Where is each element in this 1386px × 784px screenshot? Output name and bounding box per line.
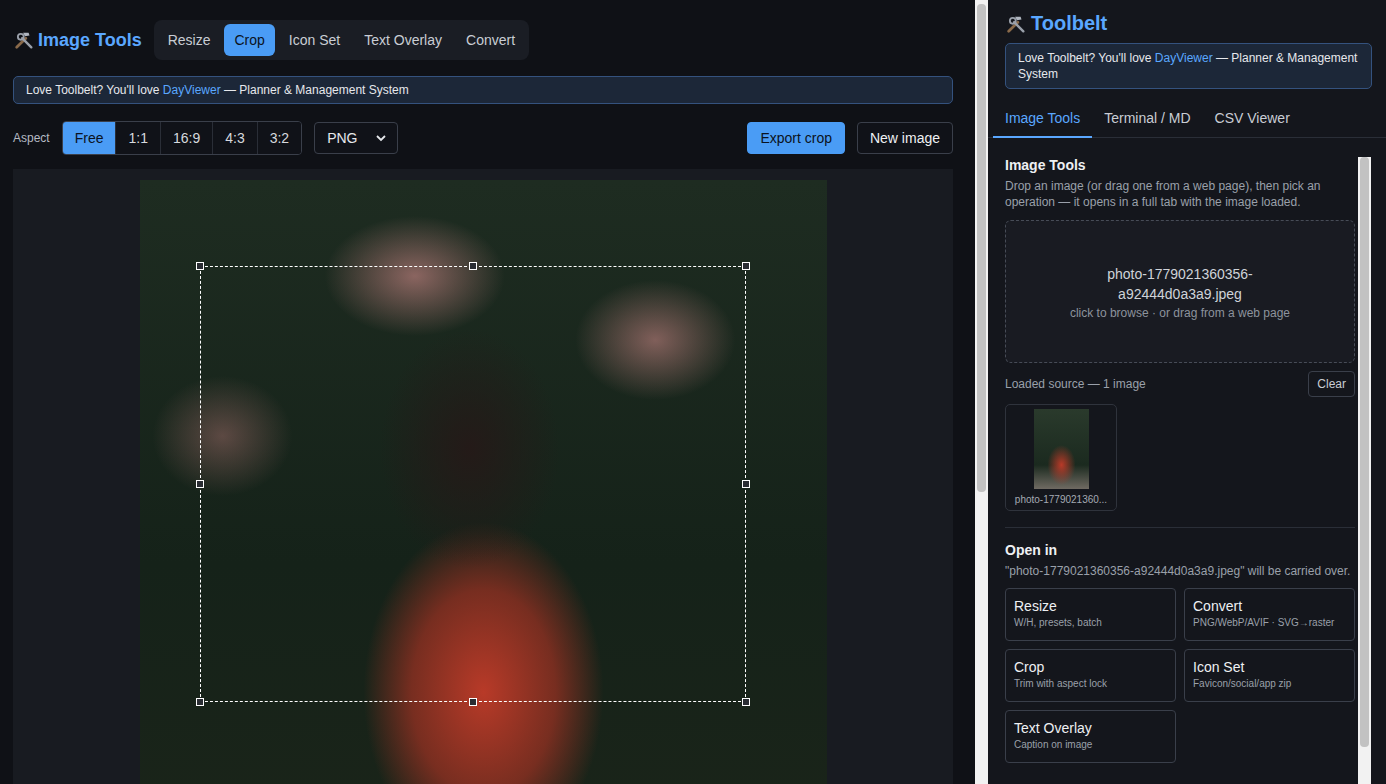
toolbelt-panel: Toolbelt Love Toolbelt? You'll love DayV…	[988, 0, 1386, 784]
aspect-label: Aspect	[13, 131, 50, 145]
operation-button[interactable]: Resize W/H, presets, batch	[1005, 588, 1176, 641]
tool-tabs: ResizeCropIcon SetText OverlayConvert	[154, 20, 529, 60]
operation-subtitle: Favicon/social/app zip	[1193, 678, 1346, 689]
format-select[interactable]: PNG	[314, 122, 398, 154]
panel-body: Image Tools Drop an image (or drag one f…	[988, 138, 1386, 784]
dropzone[interactable]: photo-1779021360356-a92444d0a3a9.jpeg cl…	[1005, 220, 1355, 363]
crop-handle[interactable]	[742, 262, 750, 270]
operation-title: Resize	[1014, 598, 1167, 614]
operation-subtitle: Trim with aspect lock	[1014, 678, 1167, 689]
section-description: Drop an image (or drag one from a web pa…	[1005, 178, 1355, 210]
operation-title: Convert	[1193, 598, 1346, 614]
open-in-title: Open in	[1005, 542, 1355, 558]
clear-button[interactable]: Clear	[1308, 371, 1355, 397]
format-value: PNG	[327, 130, 357, 146]
panel-tab[interactable]: Terminal / MD	[1092, 97, 1202, 138]
aspect-selector: Free1:116:94:33:2	[62, 121, 302, 155]
panel-tab[interactable]: CSV Viewer	[1203, 97, 1302, 138]
aspect-option[interactable]: 16:9	[161, 122, 213, 154]
dropzone-filename: photo-1779021360356-a92444d0a3a9.jpeg	[1065, 264, 1295, 304]
operation-title: Crop	[1014, 659, 1167, 675]
crop-toolbar: Aspect Free1:116:94:33:2 PNG Export crop…	[13, 121, 953, 155]
chevron-down-icon	[375, 132, 387, 144]
banner-text: Love Toolbelt? You'll love DayViewer — P…	[1018, 51, 1357, 81]
operation-title: Icon Set	[1193, 659, 1346, 675]
panel-title: Toolbelt	[1005, 12, 1372, 35]
app-window: Image Tools ResizeCropIcon SetText Overl…	[0, 0, 1386, 784]
promo-banner: Love Toolbelt? You'll love DayViewer — P…	[13, 76, 953, 104]
panel-tab[interactable]: Image Tools	[993, 97, 1092, 138]
tool-tab[interactable]: Text Overlay	[354, 24, 452, 56]
loaded-label: Loaded source — 1 image	[1005, 377, 1146, 391]
crop-handle[interactable]	[196, 262, 204, 270]
carry-note: "photo-1779021360356-a92444d0a3a9.jpeg" …	[1005, 563, 1355, 579]
operation-button[interactable]: Convert PNG/WebP/AVIF · SVG→raster	[1184, 588, 1355, 641]
dropzone-hint: click to browse · or drag from a web pag…	[1070, 306, 1290, 320]
crop-handle[interactable]	[196, 698, 204, 706]
hammer-wrench-icon	[13, 29, 35, 51]
banner-text: Love Toolbelt? You'll love DayViewer — P…	[26, 83, 409, 97]
aspect-option[interactable]: Free	[63, 122, 117, 154]
operation-button[interactable]: Crop Trim with aspect lock	[1005, 649, 1176, 702]
crop-selection[interactable]	[200, 266, 746, 702]
panel-content: Image Tools Drop an image (or drag one f…	[988, 157, 1358, 784]
page-scrollbar[interactable]	[975, 0, 988, 784]
thumbnail-card[interactable]: photo-1779021360...	[1005, 404, 1117, 511]
operation-grid: Resize W/H, presets, batchConvert PNG/We…	[1005, 588, 1355, 763]
section-title: Image Tools	[1005, 157, 1355, 173]
tool-tab[interactable]: Crop	[224, 24, 274, 56]
crop-handle[interactable]	[742, 480, 750, 488]
crop-handle[interactable]	[742, 698, 750, 706]
loaded-source-row: Loaded source — 1 image Clear	[1005, 371, 1355, 397]
aspect-option[interactable]: 1:1	[116, 122, 160, 154]
crop-canvas	[13, 169, 953, 784]
scrollbar-thumb[interactable]	[1360, 157, 1369, 747]
tool-tab[interactable]: Convert	[456, 24, 525, 56]
aspect-option[interactable]: 4:3	[213, 122, 257, 154]
app-logo[interactable]: Image Tools	[13, 29, 142, 51]
operation-subtitle: Caption on image	[1014, 739, 1167, 750]
aspect-option[interactable]: 3:2	[258, 122, 301, 154]
thumbnail-image	[1034, 409, 1089, 489]
promo-banner: Love Toolbelt? You'll love DayViewer — P…	[1005, 43, 1372, 89]
tool-tab[interactable]: Icon Set	[279, 24, 350, 56]
scrollbar-thumb[interactable]	[977, 4, 986, 492]
thumbnail-list: photo-1779021360...	[1005, 404, 1355, 511]
banner-link[interactable]: DayViewer	[163, 83, 221, 97]
crop-handle[interactable]	[196, 480, 204, 488]
panel-header: Toolbelt Love Toolbelt? You'll love DayV…	[988, 0, 1386, 89]
photo	[140, 180, 827, 784]
new-image-button[interactable]: New image	[857, 122, 953, 154]
app-header: Image Tools ResizeCropIcon SetText Overl…	[13, 20, 953, 60]
operation-button[interactable]: Text Overlay Caption on image	[1005, 710, 1176, 763]
export-crop-button[interactable]: Export crop	[747, 122, 845, 154]
operation-title: Text Overlay	[1014, 720, 1167, 736]
crop-handle[interactable]	[469, 262, 477, 270]
panel-tabs: Image ToolsTerminal / MDCSV Viewer	[988, 97, 1386, 138]
operation-subtitle: W/H, presets, batch	[1014, 617, 1167, 628]
banner-link[interactable]: DayViewer	[1155, 51, 1213, 65]
image-tools-page: Image Tools ResizeCropIcon SetText Overl…	[0, 0, 975, 784]
thumbnail-caption: photo-1779021360...	[1015, 494, 1107, 505]
hammer-wrench-icon	[1005, 13, 1027, 35]
operation-button[interactable]: Icon Set Favicon/social/app zip	[1184, 649, 1355, 702]
tool-tab[interactable]: Resize	[158, 24, 221, 56]
operation-subtitle: PNG/WebP/AVIF · SVG→raster	[1193, 617, 1346, 628]
app-title: Image Tools	[38, 30, 142, 51]
crop-handle[interactable]	[469, 698, 477, 706]
panel-scrollbar[interactable]	[1358, 157, 1371, 784]
